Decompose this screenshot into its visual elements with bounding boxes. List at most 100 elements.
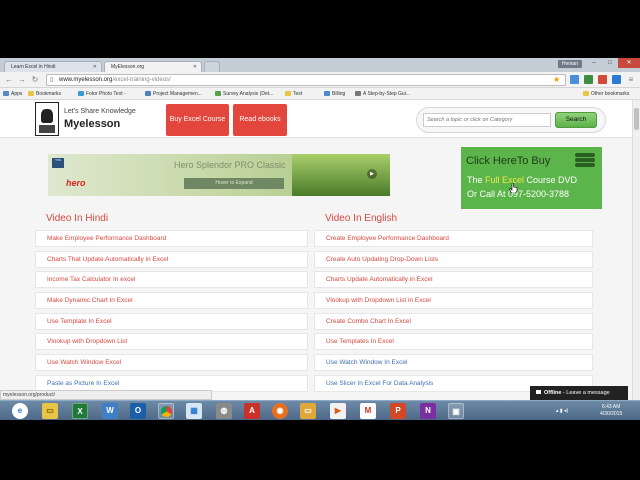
chat-widget[interactable]: Offline - Leave a message [530, 386, 628, 400]
extension-icon[interactable] [584, 75, 593, 84]
tab-learn-excel-hindi[interactable]: Learn Excel in Hindi ✕ [4, 61, 102, 72]
site-brand[interactable]: Myelesson [64, 118, 120, 130]
windows-taskbar: e ▭ X W O ▦ ◍ A ◉ ▭ ▶ M P N ▣ ▴ ▮ ◂) 6:4… [0, 400, 640, 420]
search-input[interactable] [423, 113, 551, 127]
scrollbar-thumb[interactable] [634, 108, 639, 130]
tab-myelesson[interactable]: MyElesson.org ✕ [104, 61, 202, 72]
bookmark-other[interactable]: Other bookmarks [583, 91, 629, 97]
chat-icon [536, 390, 541, 394]
site-header: Let's Share Knowledge Myelesson Buy Exce… [0, 100, 632, 138]
buy-dvd-promo[interactable]: Click HereTo Buy The Full Excel Course D… [461, 147, 602, 209]
close-window-icon[interactable]: ✕ [618, 58, 640, 68]
app-icon[interactable]: ▦ [186, 403, 202, 419]
folder-icon[interactable]: ▭ [300, 403, 316, 419]
list-item[interactable]: Create Employee Performance Dashboard [314, 230, 593, 247]
app-icon[interactable]: ◍ [216, 403, 232, 419]
site-tagline: Let's Share Knowledge [64, 108, 136, 115]
promo-line: The Full Excel Course DVD [467, 175, 578, 185]
maximize-icon[interactable]: □ [602, 58, 618, 68]
firefox-icon[interactable]: ◉ [272, 403, 288, 419]
buy-excel-course-button[interactable]: Buy Excel Course [166, 104, 229, 136]
list-item[interactable]: Vlookup with Dropdown List in Excel [314, 292, 593, 310]
minimize-icon[interactable]: – [586, 58, 602, 68]
list-item[interactable]: Use Template In Excel [35, 312, 308, 330]
read-ebooks-button[interactable]: Read ebooks [233, 104, 287, 136]
english-video-list: Create Employee Performance Dashboard Cr… [314, 230, 593, 396]
search-button[interactable]: Search [555, 112, 597, 128]
tab-bar: Learn Excel in Hindi ✕ MyElesson.org ✕ H… [0, 58, 640, 72]
list-item[interactable]: Create Auto Updating Drop-Down Lists [314, 250, 593, 268]
bookmarks-bar: Apps Bookmarks Fotor Photo Text - Projec… [0, 88, 640, 100]
bookmark-step-by-step[interactable]: A Step-by-Step Gui... [355, 91, 410, 97]
system-tray[interactable]: ▴ ▮ ◂) [556, 408, 568, 414]
profile-badge[interactable]: Heman [557, 60, 582, 68]
acrobat-icon[interactable]: A [244, 403, 260, 419]
bookmark-test[interactable]: Test [285, 91, 302, 97]
tvs-logo: TVS [52, 158, 64, 168]
folder-icon [583, 91, 589, 96]
search-area: Search [416, 107, 606, 133]
list-item[interactable]: Make Dynamic Chart In Excel [35, 292, 308, 310]
ie-icon[interactable]: e [12, 403, 28, 419]
gmail-icon[interactable]: M [360, 403, 376, 419]
hover-to-expand-button[interactable]: Hover to Expand [184, 178, 284, 189]
folder-icon [285, 91, 291, 96]
drive-icon [324, 91, 330, 96]
extension-icon[interactable] [570, 75, 579, 84]
word-icon[interactable]: W [102, 403, 118, 419]
folder-icon [28, 91, 34, 96]
promo-heading: Click HereTo Buy [466, 155, 551, 167]
list-item[interactable]: Use Watch Window Excel [35, 354, 308, 372]
onenote-icon[interactable]: N [420, 403, 436, 419]
ad-banner[interactable]: TVS hero Hero Splendor PRO Classic Hover… [48, 154, 390, 196]
tab-label: MyElesson.org [111, 64, 145, 70]
database-icon [575, 153, 595, 169]
forward-icon[interactable]: → [17, 75, 27, 85]
outlook-icon[interactable]: O [130, 403, 146, 419]
list-item[interactable]: Income Tax Calculator In excel [35, 271, 308, 289]
web-page: Let's Share Knowledge Myelesson Buy Exce… [0, 100, 632, 420]
page-scrollbar[interactable] [632, 100, 640, 420]
site-logo[interactable] [35, 102, 59, 136]
back-icon[interactable]: ← [4, 75, 14, 85]
tab-label: Learn Excel in Hindi [11, 64, 56, 70]
hindi-video-list: Make Employee Performance Dashboard Char… [35, 230, 308, 396]
url-host: www.myelesson.org [59, 77, 113, 83]
bookmark-billing[interactable]: Billing [324, 91, 345, 97]
close-icon[interactable]: ✕ [193, 64, 197, 70]
bookmark-project[interactable]: Project Managemen... [145, 91, 202, 97]
bookmark-folder[interactable]: Bookmarks [28, 91, 61, 97]
list-item[interactable]: Create Combo Chart In Excel [314, 312, 593, 330]
list-item[interactable]: Vlookup with Dropdown List [35, 333, 308, 351]
new-tab-button[interactable] [204, 61, 220, 72]
media-player-icon[interactable]: ▶ [330, 403, 346, 419]
ad-title: Hero Splendor PRO Classic [174, 160, 286, 170]
list-item[interactable]: Use Templates In Excel [314, 333, 593, 351]
explorer-icon[interactable]: ▭ [42, 403, 58, 419]
browser-toolbar: ← → ↻ ▯ www.myelesson.org/excel-training… [0, 72, 640, 88]
list-item[interactable]: Charts Update Automatically in Excel [314, 271, 593, 289]
bookmark-apps[interactable]: Apps [3, 91, 22, 97]
powerpoint-icon[interactable]: P [390, 403, 406, 419]
extension-icon[interactable] [598, 75, 607, 84]
browser-window: Learn Excel in Hindi ✕ MyElesson.org ✕ H… [0, 58, 640, 420]
bookmark-star-icon[interactable]: ★ [553, 75, 560, 85]
chat-status: Offline [544, 390, 562, 396]
extension-icon[interactable] [612, 75, 621, 84]
excel-icon[interactable]: X [72, 403, 88, 419]
bookmark-survey[interactable]: Survey Analysis (Det... [215, 91, 273, 97]
bookmark-fotor[interactable]: Fotor Photo Text - [78, 91, 126, 97]
chrome-icon[interactable] [158, 403, 174, 419]
promo-phone: Or Call At 097-5200-3788 [467, 189, 570, 199]
close-icon[interactable]: ✕ [93, 64, 97, 70]
app-icon[interactable]: ▣ [448, 403, 464, 419]
list-item[interactable]: Make Employee Performance Dashboard [35, 230, 308, 247]
play-icon[interactable]: ▶ [367, 169, 377, 179]
menu-icon[interactable]: ≡ [626, 75, 636, 85]
list-item[interactable]: Use Watch Window In Excel [314, 354, 593, 372]
page-icon: ▯ [50, 77, 54, 83]
list-item[interactable]: Charts That Update Automatically in Exce… [35, 250, 308, 268]
reload-icon[interactable]: ↻ [30, 75, 40, 85]
address-bar[interactable]: ▯ www.myelesson.org/excel-training-video… [46, 74, 566, 86]
system-clock[interactable]: 6:43 AM 4/30/2015 [600, 404, 622, 418]
